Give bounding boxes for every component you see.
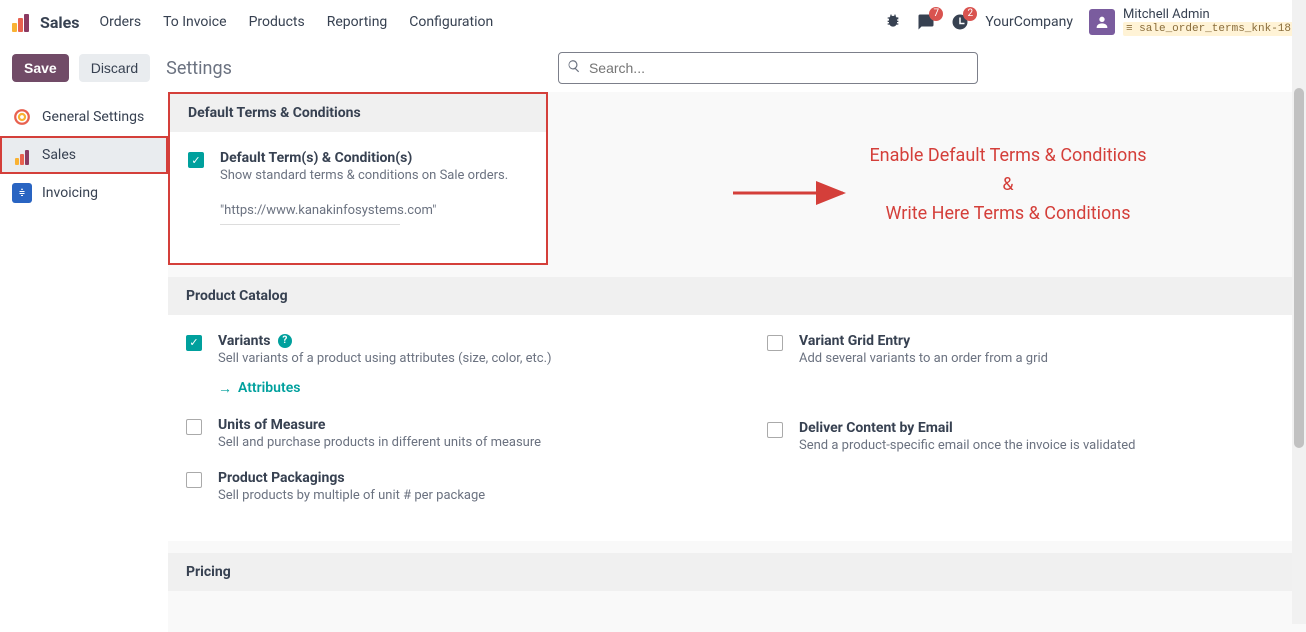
section-heading: Product Catalog [168, 277, 1306, 315]
sidebar-item-label: Invoicing [42, 185, 98, 201]
sidebar-item-label: Sales [42, 147, 76, 163]
messages-badge: 7 [929, 7, 943, 21]
option-title: Variants ? [218, 333, 552, 349]
avatar [1089, 9, 1115, 35]
activities-badge: 2 [963, 7, 977, 21]
search-input[interactable] [558, 52, 978, 84]
checkbox-packagings[interactable] [186, 472, 202, 488]
activities-icon[interactable]: 2 [951, 13, 969, 31]
general-settings-icon [12, 107, 32, 127]
sales-icon [12, 145, 32, 165]
section-pricing: Pricing [168, 553, 1306, 591]
menu-to-invoice[interactable]: To Invoice [163, 14, 227, 30]
section-default-terms: Default Terms & Conditions Default Term(… [168, 92, 548, 265]
checkbox-variant-grid[interactable] [767, 335, 783, 351]
option-description: Sell variants of a product using attribu… [218, 351, 552, 366]
debug-icon[interactable] [885, 12, 901, 32]
annotation-line: Write Here Terms & Conditions [848, 200, 1168, 229]
checkbox-variants[interactable] [186, 335, 202, 351]
annotation-text: Enable Default Terms & Conditions & Writ… [848, 142, 1168, 228]
option-description: Sell products by multiple of unit # per … [218, 488, 485, 503]
checkbox-deliver-email[interactable] [767, 422, 783, 438]
user-menu[interactable]: Mitchell Admin sale_order_terms_knk-18 [1089, 8, 1294, 36]
option-title: Deliver Content by Email [799, 420, 1135, 436]
search-icon [567, 59, 581, 77]
menu-configuration[interactable]: Configuration [409, 14, 493, 30]
annotation-arrow-icon [728, 178, 858, 208]
option-description: Show standard terms & conditions on Sale… [220, 168, 508, 183]
option-title: Product Packagings [218, 470, 485, 486]
messages-icon[interactable]: 7 [917, 13, 935, 31]
menu-orders[interactable]: Orders [100, 14, 142, 30]
app-logo-icon [12, 12, 32, 32]
app-name[interactable]: Sales [40, 13, 80, 32]
settings-sidebar: General Settings Sales Invoicing [0, 92, 168, 632]
section-heading: Pricing [168, 553, 1306, 591]
annotation-line: & [848, 171, 1168, 200]
checkbox-default-terms[interactable] [188, 152, 204, 168]
annotation-line: Enable Default Terms & Conditions [848, 142, 1168, 171]
section-product-catalog: Product Catalog Variants ? Sell variants… [168, 277, 1306, 541]
scrollbar[interactable] [1292, 0, 1306, 624]
sidebar-item-general-settings[interactable]: General Settings [0, 98, 168, 136]
terms-text-input[interactable]: "https://www.kanakinfosystems.com" [220, 201, 400, 225]
settings-content: Enable Default Terms & Conditions & Writ… [168, 92, 1306, 632]
option-description: Sell and purchase products in different … [218, 435, 541, 450]
option-description: Send a product-specific email once the i… [799, 438, 1135, 453]
menu-reporting[interactable]: Reporting [327, 14, 388, 30]
help-icon[interactable]: ? [278, 334, 292, 348]
scroll-thumb[interactable] [1294, 88, 1304, 448]
option-title: Default Term(s) & Condition(s) [220, 150, 508, 166]
sidebar-item-sales[interactable]: Sales [0, 136, 168, 174]
checkbox-uom[interactable] [186, 419, 202, 435]
search-wrap [558, 52, 978, 84]
section-heading: Default Terms & Conditions [170, 94, 546, 132]
option-title: Units of Measure [218, 417, 541, 433]
user-name: Mitchell Admin [1123, 8, 1294, 22]
sidebar-item-label: General Settings [42, 109, 144, 125]
option-title: Variant Grid Entry [799, 333, 1048, 349]
company-selector[interactable]: YourCompany [985, 14, 1073, 30]
page-title: Settings [166, 58, 232, 79]
option-title-text: Variants [218, 333, 270, 349]
action-bar: Save Discard Settings [0, 44, 1306, 92]
database-name: sale_order_terms_knk-18 [1123, 22, 1294, 36]
save-button[interactable]: Save [12, 54, 69, 82]
invoicing-icon [12, 183, 32, 203]
discard-button[interactable]: Discard [79, 54, 150, 82]
option-description: Add several variants to an order from a … [799, 351, 1048, 366]
main-menu: Orders To Invoice Products Reporting Con… [100, 14, 494, 30]
link-attributes[interactable]: Attributes [218, 380, 552, 397]
sidebar-item-invoicing[interactable]: Invoicing [0, 174, 168, 212]
menu-products[interactable]: Products [249, 14, 305, 30]
top-navbar: Sales Orders To Invoice Products Reporti… [0, 0, 1306, 44]
